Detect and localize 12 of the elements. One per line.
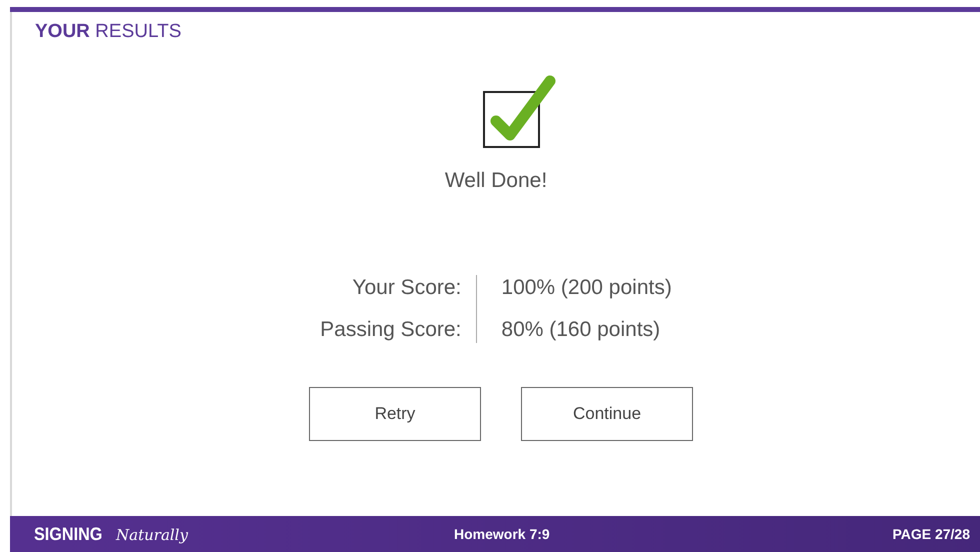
slide-button[interactable]: Continue [521,387,693,441]
score-label: Passing Score: [320,317,462,343]
slide-button[interactable]: Retry [309,387,481,441]
page-number: PAGE 27/28 [892,526,970,542]
logo-word: SIGNING [34,524,102,544]
logo-script: Naturally [116,526,188,544]
score-value: 80% (160 points) [501,317,662,343]
lesson-label: Homework 7:9 [454,526,551,542]
score-label: Your Score: [352,275,462,301]
result-message: Well Done! [444,169,548,193]
slide-title: YOUR RESULTS [34,20,182,43]
score-value: 100% (200 points) [501,275,672,301]
